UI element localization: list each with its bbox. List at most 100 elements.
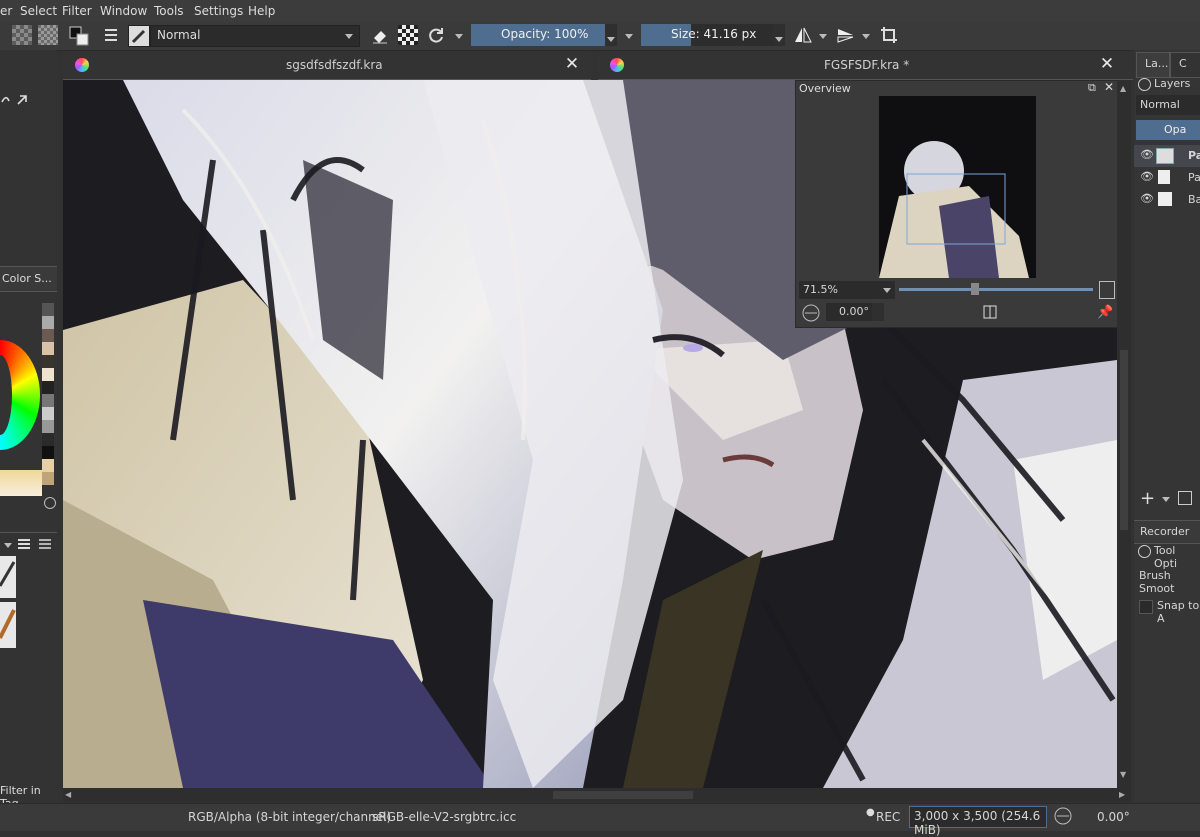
tab-layers[interactable]: La... xyxy=(1136,52,1170,78)
layer-thumbnail-icon xyxy=(1158,192,1172,206)
close-icon[interactable]: ✕ xyxy=(1098,55,1116,73)
chevron-down-icon[interactable] xyxy=(455,34,463,39)
menu-filter[interactable]: Filter xyxy=(62,4,92,18)
tab-recorder[interactable]: Recorder xyxy=(1134,520,1200,544)
chevron-down-icon[interactable] xyxy=(862,34,870,39)
brush-preset-1[interactable] xyxy=(0,556,16,598)
profile-label: sRGB-elle-V2-srgbtrc.icc xyxy=(372,810,517,824)
color-swap-icon[interactable] xyxy=(68,25,89,46)
brush-presets-icon[interactable] xyxy=(101,25,121,45)
eraser-icon[interactable] xyxy=(370,25,390,45)
duplicate-layer-icon[interactable] xyxy=(1178,491,1192,505)
left-dock: Color S... Filter in Tag xyxy=(0,50,57,810)
color-space-label: RGB/Alpha (8-bit integer/channel) xyxy=(188,810,392,824)
chevron-down-icon[interactable] xyxy=(625,34,633,39)
vertical-scrollbar[interactable]: ▲ ▼ xyxy=(1117,80,1131,788)
pin-icon[interactable]: 📌 xyxy=(1097,305,1113,321)
krita-icon xyxy=(610,58,624,72)
mirror-vertical-icon[interactable] xyxy=(836,25,856,45)
menu-select[interactable]: Select xyxy=(20,4,57,18)
size-label: Size: 41.16 px xyxy=(671,27,757,41)
mirror-horizontal-icon[interactable] xyxy=(793,25,813,45)
size-spin-icon[interactable] xyxy=(773,24,785,46)
layer-row[interactable]: 👁 Pa xyxy=(1134,167,1200,189)
close-icon[interactable]: ✕ xyxy=(1104,80,1114,94)
list-view-icon[interactable] xyxy=(17,537,31,551)
close-icon[interactable]: ✕ xyxy=(563,55,581,73)
menu-window[interactable]: Window xyxy=(100,4,147,18)
rotate-icon[interactable] xyxy=(799,303,823,323)
overview-title: Overview xyxy=(799,82,851,95)
opacity-spin-icon[interactable] xyxy=(605,24,617,46)
rotate-icon[interactable] xyxy=(1050,807,1076,825)
fit-view-icon[interactable] xyxy=(1099,281,1115,299)
pattern-icon[interactable] xyxy=(12,25,32,45)
tab-document-1[interactable]: sgsdfsdfszdf.kra ✕ xyxy=(63,51,591,80)
tool-icons[interactable] xyxy=(0,92,30,110)
gradient-icon[interactable] xyxy=(38,25,58,45)
overview-docker: Overview ⧉ ✕ 71.5% 0.00° 📌 xyxy=(795,80,1120,328)
brush-preview-icon[interactable] xyxy=(128,25,150,47)
rotation-status: 0.00° xyxy=(1097,810,1130,824)
tab-title: sgsdfsdfszdf.kra xyxy=(286,58,383,72)
float-icon[interactable]: ⧉ xyxy=(1088,81,1096,95)
blend-mode-select[interactable]: Normal xyxy=(150,25,360,47)
no-color-icon[interactable] xyxy=(44,497,56,509)
tab-other[interactable]: C xyxy=(1170,52,1200,78)
mirror-view-icon[interactable] xyxy=(982,304,998,320)
menu-view[interactable]: er xyxy=(0,4,12,18)
alpha-lock-icon[interactable] xyxy=(398,25,418,45)
size-slider[interactable]: Size: 41.16 px xyxy=(641,24,773,46)
zoom-select[interactable]: 71.5% xyxy=(799,281,895,299)
brush-toolbar: Normal Opacity: 100% Size: 41.16 px xyxy=(0,22,1200,51)
menu-settings[interactable]: Settings xyxy=(194,4,243,18)
zoom-slider[interactable] xyxy=(899,283,1093,295)
chevron-down-icon[interactable] xyxy=(1162,497,1170,502)
rec-label[interactable]: REC xyxy=(876,810,900,824)
blend-mode-value: Normal xyxy=(157,28,201,42)
status-bar: RGB/Alpha (8-bit integer/channel) sRGB-e… xyxy=(0,803,1200,837)
chevron-down-icon xyxy=(883,288,891,293)
layer-row[interactable]: 👁 Pa xyxy=(1134,145,1200,167)
layers-title: Layers xyxy=(1154,77,1191,90)
brush-preset-2[interactable] xyxy=(0,602,16,648)
menu-bar: er Select Filter Window Tools Settings H… xyxy=(0,0,1200,22)
layer-thumbnail-icon xyxy=(1156,148,1174,164)
snap-checkbox[interactable] xyxy=(1139,600,1153,614)
float-icon[interactable] xyxy=(1138,545,1151,558)
horizontal-scrollbar[interactable]: ◀ ▶ xyxy=(63,788,1131,802)
tab-title: FGSFSDF.kra * xyxy=(824,58,910,72)
brush-smoothing-label: Brush Smoot xyxy=(1139,569,1175,595)
rotation-input[interactable]: 0.00° xyxy=(826,303,872,321)
color-bar[interactable] xyxy=(0,470,42,496)
eye-icon[interactable]: 👁 xyxy=(1140,170,1154,183)
overview-thumbnail[interactable] xyxy=(879,96,1036,278)
eye-icon[interactable]: 👁 xyxy=(1140,148,1154,161)
layer-opacity-slider[interactable]: Opa xyxy=(1136,120,1200,140)
add-layer-icon[interactable]: + xyxy=(1140,488,1155,509)
document-tabs: sgsdfsdfszdf.kra ✕ FGSFSDF.kra * ✕ xyxy=(63,51,1133,80)
brush-panel-header xyxy=(0,532,57,555)
chevron-down-icon[interactable] xyxy=(4,543,12,548)
palette-swatches[interactable] xyxy=(42,303,54,485)
crop-icon[interactable] xyxy=(879,25,899,45)
tool-options-title: Tool Opti xyxy=(1154,544,1178,570)
chevron-down-icon[interactable] xyxy=(819,34,827,39)
settings-icon[interactable] xyxy=(38,537,52,551)
float-icon[interactable] xyxy=(1138,78,1151,91)
record-icon: ● xyxy=(866,807,875,818)
reload-icon[interactable] xyxy=(426,25,446,45)
layer-row[interactable]: 👁 Ba xyxy=(1134,189,1200,211)
tab-document-2[interactable]: FGSFSDF.kra * ✕ xyxy=(598,51,1133,80)
opacity-slider[interactable]: Opacity: 100% xyxy=(471,24,605,46)
eye-icon[interactable]: 👁 xyxy=(1140,192,1154,205)
chevron-down-icon xyxy=(345,34,353,39)
snap-to-label: Snap to A xyxy=(1157,599,1200,625)
layer-blend-select[interactable]: Normal xyxy=(1136,95,1200,115)
opacity-label: Opacity: 100% xyxy=(501,27,589,41)
menu-tools[interactable]: Tools xyxy=(154,4,184,18)
rotation-spin-icon[interactable] xyxy=(872,303,884,321)
menu-help[interactable]: Help xyxy=(248,4,275,18)
image-size-field[interactable]: 3,000 x 3,500 (254.6 MiB) xyxy=(909,806,1047,837)
color-selector-tab[interactable]: Color S... xyxy=(0,266,57,292)
